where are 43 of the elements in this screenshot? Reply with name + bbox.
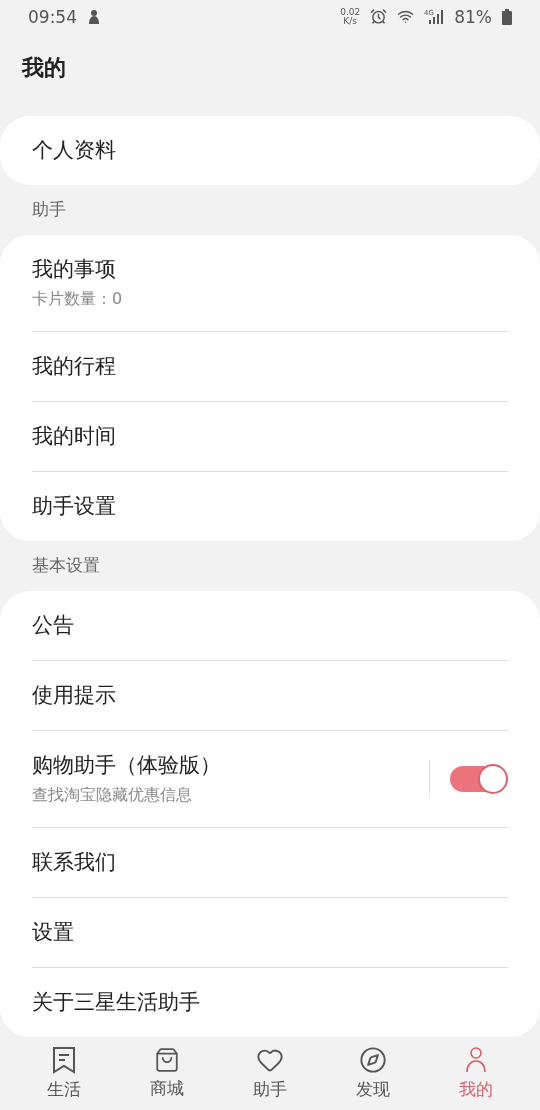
section-header: 助手 — [32, 198, 66, 222]
item-label: 个人资料 — [32, 137, 117, 165]
figure-icon — [87, 8, 101, 25]
item-label: 我的时间 — [32, 423, 117, 451]
item-label: 购物助手（体验版） — [32, 752, 222, 780]
item-subtitle: 卡片数量：0 — [32, 289, 124, 311]
item-label: 我的行程 — [32, 353, 117, 381]
item-label: 我的事项 — [32, 256, 117, 284]
alarm-icon — [370, 8, 388, 26]
battery-icon — [502, 8, 512, 25]
item-subtitle: 查找淘宝隐藏优惠信息 — [32, 785, 193, 807]
item-label: 使用提示 — [32, 682, 117, 710]
settings-item[interactable]: 助手设置 — [32, 470, 508, 541]
settings-item[interactable]: 使用提示 — [32, 659, 508, 730]
page-title: 我的 — [22, 53, 66, 82]
shopping-bag-icon — [153, 1046, 180, 1073]
toggle-switch[interactable] — [450, 765, 506, 792]
settings-item[interactable]: 我的事项 卡片数量：0 — [32, 234, 508, 331]
nav-tab[interactable]: 商城 — [116, 1036, 217, 1110]
section-header: 基本设置 — [32, 554, 100, 578]
settings-item[interactable]: 个人资料 — [32, 115, 508, 185]
battery-level: 81% — [454, 6, 492, 27]
settings-item[interactable]: 公告 — [32, 590, 508, 660]
settings-item[interactable]: 联系我们 — [32, 826, 508, 897]
person-icon — [464, 1045, 489, 1074]
settings-item[interactable]: 购物助手（体验版） 查找淘宝隐藏优惠信息 — [32, 729, 508, 827]
item-label: 公告 — [32, 612, 75, 640]
status-time: 09:54 — [28, 6, 77, 27]
item-label: 助手设置 — [32, 493, 117, 521]
item-label: 设置 — [32, 919, 75, 947]
network-speed: 0.02 K/s — [340, 7, 361, 26]
nav-tab[interactable]: 发现 — [323, 1036, 424, 1110]
bookmark-icon — [50, 1045, 77, 1074]
settings-item[interactable]: 关于三星生活助手 — [32, 966, 508, 1037]
settings-item[interactable]: 我的时间 — [32, 400, 508, 471]
item-label: 联系我们 — [32, 849, 117, 877]
settings-item[interactable]: 我的行程 — [32, 330, 508, 401]
item-label: 关于三星生活助手 — [32, 989, 201, 1017]
compass-icon — [359, 1045, 388, 1074]
wifi-icon — [397, 8, 415, 26]
settings-item[interactable]: 设置 — [32, 896, 508, 967]
nav-tab[interactable]: 生活 — [13, 1036, 114, 1110]
nav-tab[interactable]: 助手 — [219, 1036, 320, 1110]
